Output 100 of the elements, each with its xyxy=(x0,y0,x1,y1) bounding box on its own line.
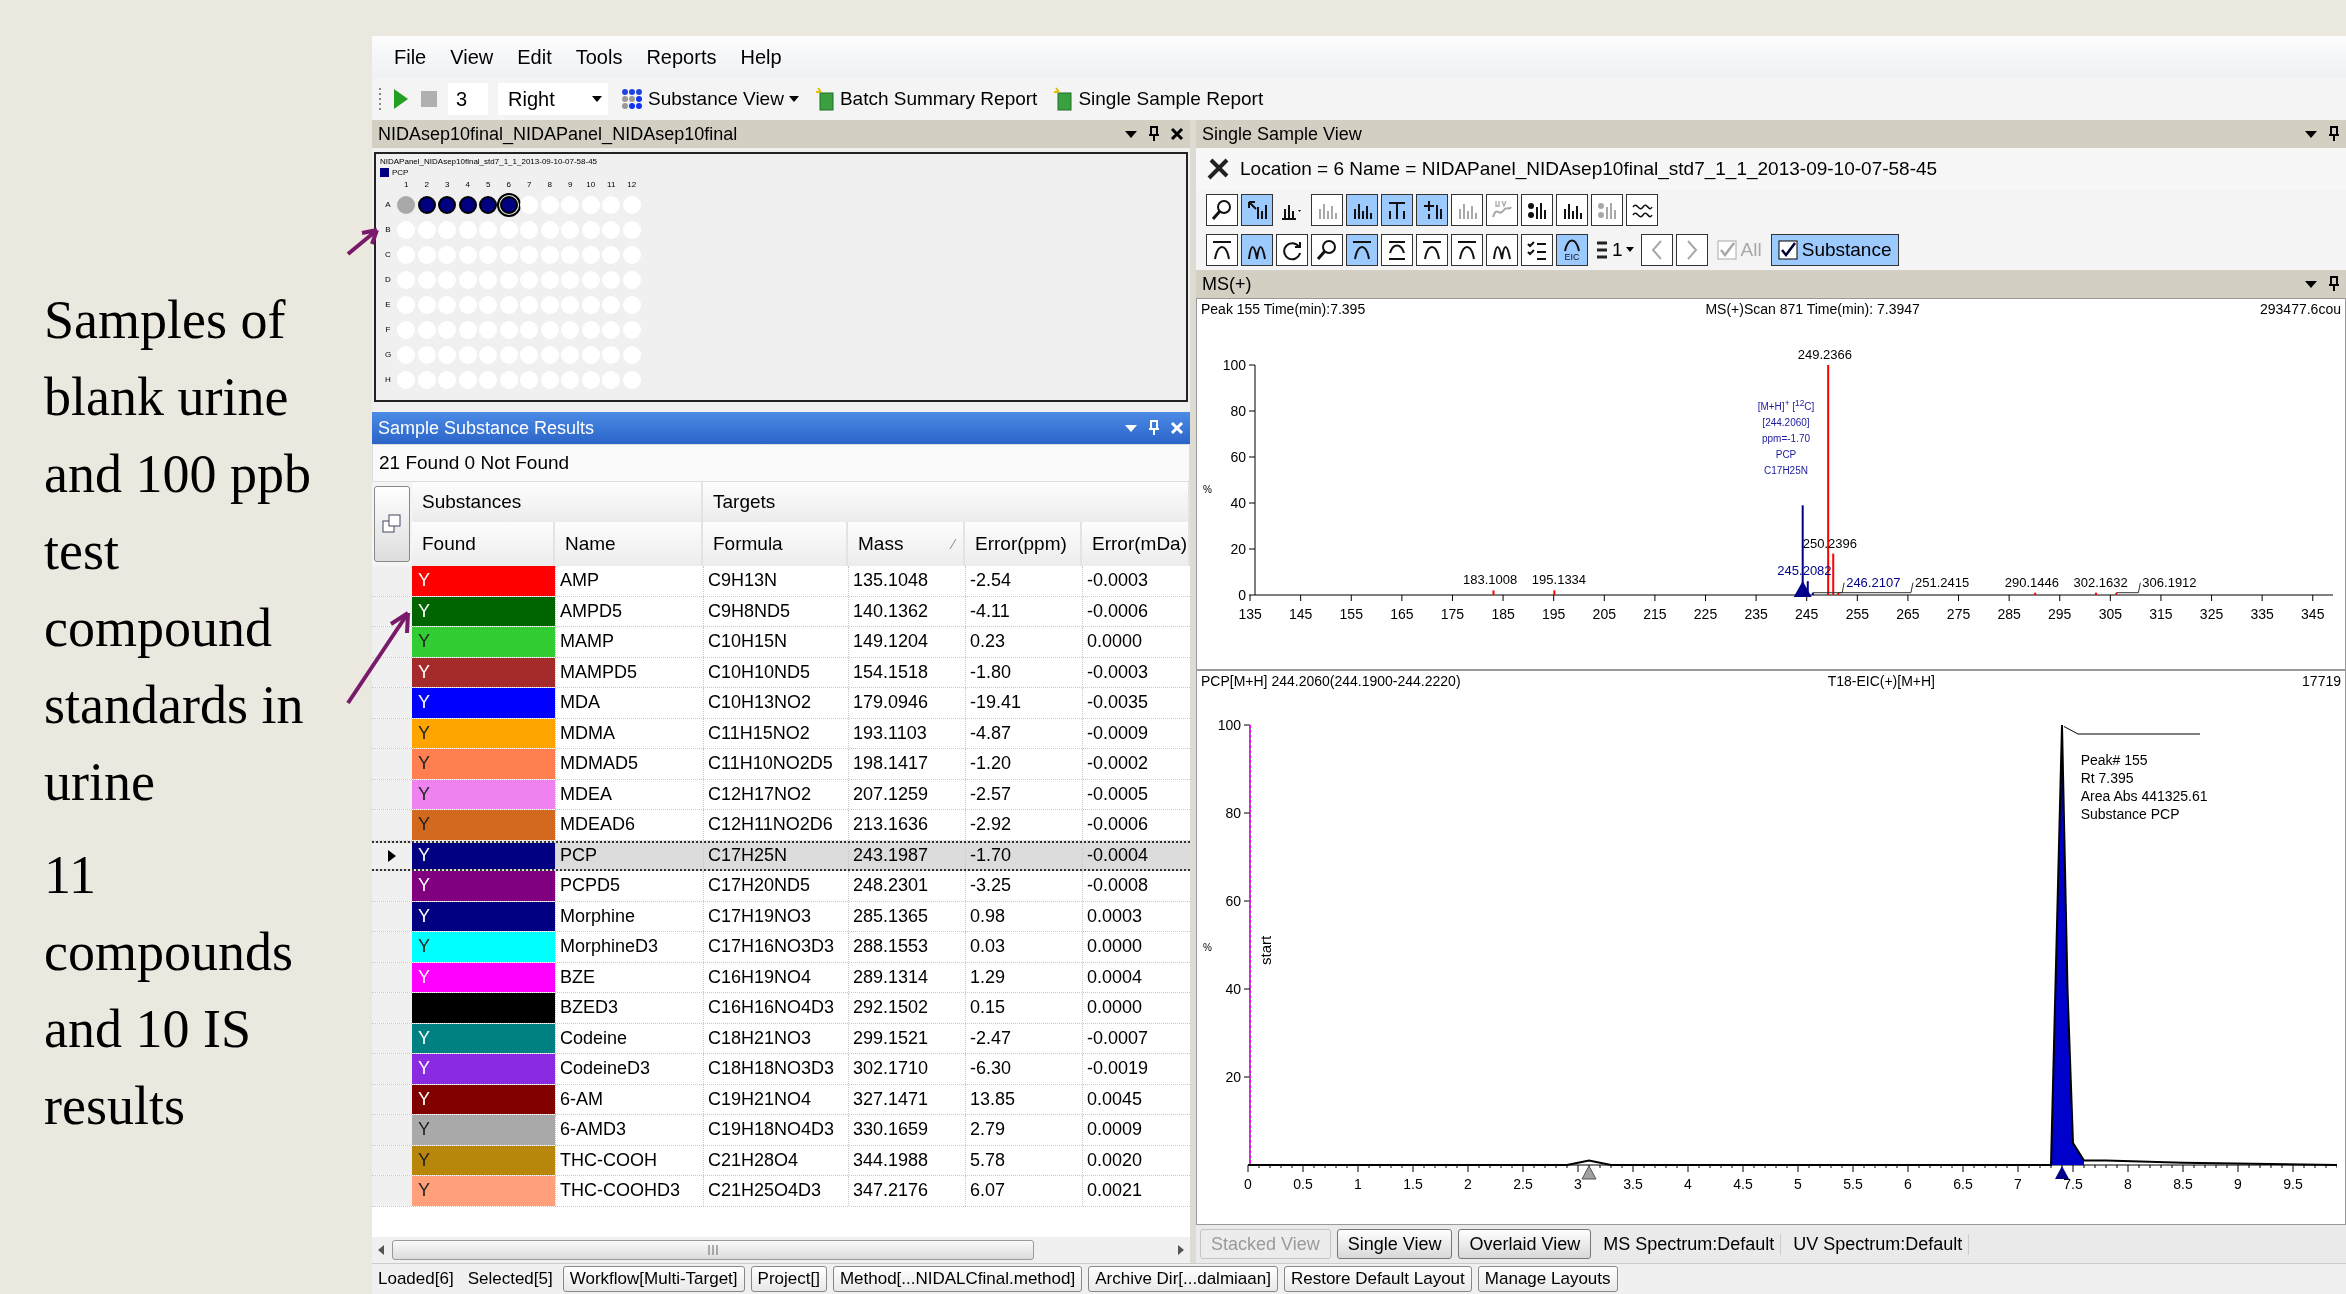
chart-tool-button[interactable] xyxy=(1311,234,1343,266)
table-cell: -2.47 xyxy=(965,1023,1082,1053)
view-button[interactable]: Single View xyxy=(1336,1229,1453,1259)
results-row[interactable]: Y MDA C10H13NO2 179.0946 -19.41 -0.0035 xyxy=(372,688,1190,719)
results-row[interactable]: Y MDEA C12H17NO2 207.1259 -2.57 -0.0005 xyxy=(372,779,1190,810)
tick-label: 305 xyxy=(2098,606,2122,622)
column-header[interactable]: Error(ppm) xyxy=(965,522,1082,566)
chart-tool-button[interactable] xyxy=(1451,234,1483,266)
legend-swatch xyxy=(380,168,389,177)
results-row[interactable]: Y 6-AMD3 C19H18NO4D3 330.1659 2.79 0.0009 xyxy=(372,1115,1190,1146)
results-row[interactable]: Y MDMA C11H15NO2 193.1103 -4.87 -0.0009 xyxy=(372,718,1190,749)
column-header[interactable]: Name xyxy=(555,522,703,566)
chart-tool-button[interactable]: EIC xyxy=(1556,234,1588,266)
peak-label: 246.2107 xyxy=(1846,574,1901,590)
pin-icon[interactable] xyxy=(1148,126,1160,142)
peak-label: 183.1008 xyxy=(1463,572,1518,588)
results-row[interactable]: Y MAMP C10H15N 149.1204 0.23 0.0000 xyxy=(372,627,1190,658)
spectrum-peak xyxy=(2034,592,2037,595)
column-header[interactable]: Mass xyxy=(848,522,965,566)
results-row[interactable]: Y BZE C16H19NO4 289.1314 1.29 0.0004 xyxy=(372,962,1190,993)
chart-tool-button[interactable] xyxy=(1416,194,1448,226)
results-row[interactable]: Y CodeineD3 C18H18NO3D3 302.1710 -6.30 -0.0019 xyxy=(372,1054,1190,1085)
results-row[interactable]: Y AMPD5 C9H8ND5 140.1362 -4.11 -0.0006 xyxy=(372,596,1190,627)
results-row[interactable]: Y 6-AM C19H21NO4 327.1471 13.85 0.0045 xyxy=(372,1084,1190,1115)
menu-item[interactable]: File xyxy=(382,41,439,73)
chart-tool-button[interactable] xyxy=(1206,234,1238,266)
results-row[interactable]: Y THC-COOHD3 C21H25O4D3 347.2176 6.07 0.0021 xyxy=(372,1176,1190,1207)
plate-well[interactable] xyxy=(458,195,477,214)
results-row[interactable]: Y PCP C17H25N 243.1987 -1.70 -0.0004 xyxy=(372,840,1190,871)
scroll-left-icon[interactable] xyxy=(376,1244,386,1256)
chart-tool-button[interactable] xyxy=(1276,234,1308,266)
chart-tool-button[interactable] xyxy=(1241,194,1273,226)
scrollbar-thumb[interactable] xyxy=(392,1240,1034,1260)
results-row[interactable]: Y AMP C9H13N 135.1048 -2.54 -0.0003 xyxy=(372,566,1190,597)
status-button[interactable]: Restore Default Layout xyxy=(1283,1266,1472,1292)
row-label: H xyxy=(385,374,391,385)
dropdown-icon[interactable] xyxy=(2304,279,2318,289)
chart-tool-button[interactable] xyxy=(1416,234,1448,266)
chart-tool-button[interactable] xyxy=(1346,234,1378,266)
toolbar-button[interactable]: Single Sample Report xyxy=(1050,85,1267,113)
status-button[interactable]: Method[...NIDALCfinal.method] xyxy=(832,1266,1083,1292)
menu-item[interactable]: View xyxy=(438,41,506,73)
column-header[interactable]: Found xyxy=(412,522,555,566)
table-cell: 285.1365 xyxy=(848,901,965,931)
chart-tool-button[interactable] xyxy=(1381,194,1413,226)
chart-tool-button[interactable] xyxy=(1521,234,1553,266)
results-row[interactable]: Y THC-COOH C21H28O4 344.1988 5.78 0.0020 xyxy=(372,1145,1190,1176)
table-cell: 0.0004 xyxy=(1082,962,1190,992)
status-button[interactable]: Workflow[Multi-Target] xyxy=(562,1266,745,1292)
scroll-right-icon[interactable] xyxy=(1176,1244,1186,1256)
menu-item[interactable]: Help xyxy=(728,41,794,73)
chart-tool-button[interactable] xyxy=(1626,194,1658,226)
column-label: 8 xyxy=(547,180,552,190)
dropdown-icon[interactable] xyxy=(2304,129,2318,139)
spectrum-peak xyxy=(1492,590,1495,595)
results-row[interactable]: Y Codeine C18H21NO3 299.1521 -2.47 -0.0007 xyxy=(372,1023,1190,1054)
close-icon[interactable] xyxy=(1170,127,1184,141)
plate-well[interactable] xyxy=(438,195,457,214)
position-dropdown[interactable]: Right xyxy=(498,83,608,115)
plate-well[interactable] xyxy=(479,195,498,214)
results-row[interactable]: Y MDEAD6 C12H11NO2D6 213.1636 -2.92 -0.0006 xyxy=(372,810,1190,841)
menu-item[interactable]: Edit xyxy=(505,41,564,73)
chart-tool-button[interactable] xyxy=(1521,194,1553,226)
stop-icon[interactable] xyxy=(420,90,438,108)
count-field[interactable]: 3 xyxy=(448,83,488,115)
menu-item[interactable]: Tools xyxy=(563,41,635,73)
toolbar-button[interactable]: Substance View xyxy=(618,86,802,112)
results-row[interactable]: BZED3 C16H16NO4D3 292.1502 0.15 0.0000 xyxy=(372,993,1190,1024)
chart-info: 293477.6cou xyxy=(2260,301,2341,319)
results-row[interactable]: Y MDMAD5 C11H10NO2D5 198.1417 -1.20 -0.0002 xyxy=(372,749,1190,780)
chart-tool-button[interactable] xyxy=(1381,234,1413,266)
status-button[interactable]: Project[] xyxy=(750,1266,827,1292)
dropdown-icon[interactable] xyxy=(1124,129,1138,139)
toolbar-button[interactable]: Batch Summary Report xyxy=(811,85,1041,113)
column-chooser-button[interactable] xyxy=(374,486,410,562)
table-cell: PCP xyxy=(555,842,703,869)
pin-icon[interactable] xyxy=(2328,126,2340,142)
chart-tool-button[interactable] xyxy=(1486,234,1518,266)
column-header[interactable]: Formula xyxy=(703,522,848,566)
tick-label: 155 xyxy=(1339,606,1363,622)
status-button[interactable]: Archive Dir[...dalmiaan] xyxy=(1088,1266,1278,1292)
chart-tool-button[interactable] xyxy=(1556,194,1588,226)
list-selector[interactable]: 1 xyxy=(1591,239,1638,261)
results-row[interactable]: Y MorphineD3 C17H16NO3D3 288.1553 0.03 0.0000 xyxy=(372,932,1190,963)
chart-tool-button[interactable] xyxy=(1346,194,1378,226)
substance-checkbox[interactable]: Substance xyxy=(1770,234,1899,266)
menu-item[interactable]: Reports xyxy=(634,41,729,73)
results-row[interactable]: Y Morphine C17H19NO3 285.1365 0.98 0.0003 xyxy=(372,901,1190,932)
plate-well[interactable] xyxy=(499,195,518,214)
column-header[interactable]: Error(mDa) xyxy=(1082,522,1190,566)
plate-well[interactable] xyxy=(417,195,436,214)
results-row[interactable]: Y MAMPD5 C10H10ND5 154.1518 -1.80 -0.0003 xyxy=(372,657,1190,688)
chart-tool-button[interactable] xyxy=(1206,194,1238,226)
status-button[interactable]: Manage Layouts xyxy=(1477,1266,1618,1292)
results-row[interactable]: Y PCPD5 C17H20ND5 248.2301 -3.25 -0.0008 xyxy=(372,871,1190,902)
chart-tool-button[interactable] xyxy=(1241,234,1273,266)
column-label: 7 xyxy=(527,180,532,190)
pin-icon[interactable] xyxy=(2328,276,2340,292)
view-button[interactable]: Overlaid View xyxy=(1458,1229,1592,1259)
play-icon[interactable] xyxy=(392,87,410,111)
